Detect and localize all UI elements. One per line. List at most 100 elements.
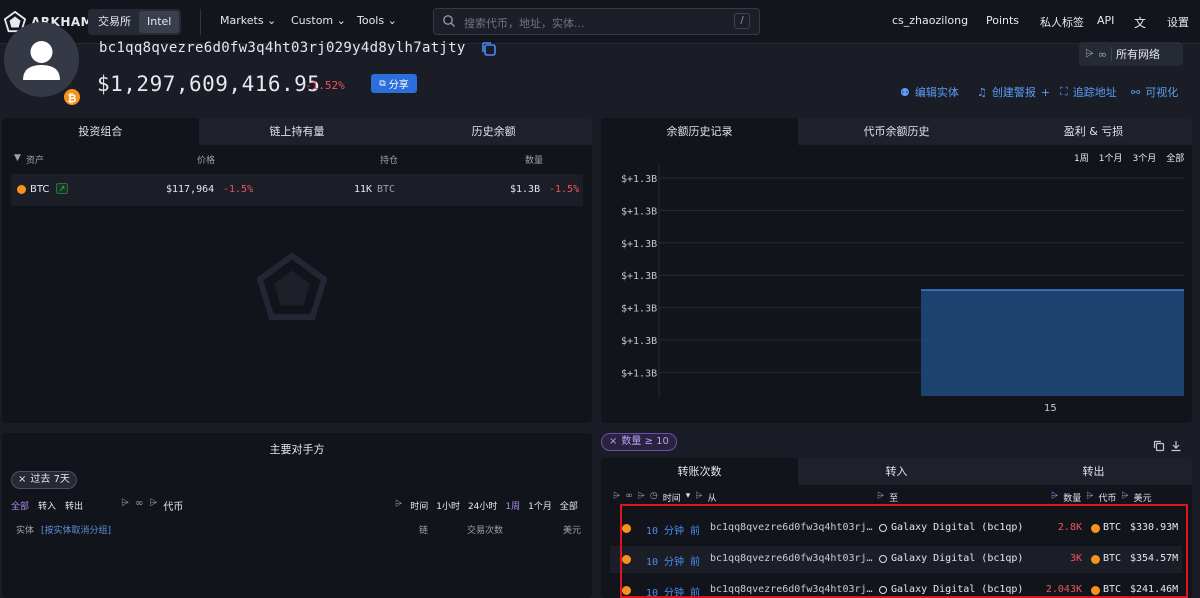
markets-menu[interactable]: Markets ⌄: [220, 14, 276, 27]
balance-chart[interactable]: $+1.3B $+1.3B $+1.3B $+1.3B $+1.3B $+1.3B $+1.…: [601, 163, 1192, 423]
download-icon[interactable]: [1170, 440, 1182, 452]
x-tick-label: 15: [1044, 403, 1057, 414]
filter-icon[interactable]: ⩥: [877, 491, 884, 504]
search-shortcut: /: [734, 13, 750, 29]
portfolio-tabs: 投资组合 链上持有量 历史余额: [2, 118, 592, 145]
copy-icon[interactable]: [1153, 440, 1165, 452]
col-holdings[interactable]: 持仓: [380, 153, 398, 166]
sort-icon[interactable]: ▼: [14, 153, 21, 163]
search-icon: [443, 15, 455, 27]
track-address-action[interactable]: ⛶ 追踪地址: [1060, 84, 1117, 100]
y-tick-label: $+1.3B: [621, 336, 657, 347]
time-filter-chip[interactable]: × 过去 7天: [11, 471, 77, 489]
filter-icon[interactable]: ⩥: [695, 491, 702, 504]
close-icon[interactable]: ×: [18, 472, 26, 488]
price-change: -1.5%: [223, 184, 254, 195]
wallet-address[interactable]: bc1qq8qvezre6d0fw3q4ht03rj029y4d8ylh7atj…: [99, 40, 466, 56]
chevron-down-icon: ⌄: [387, 14, 397, 27]
avatar: [4, 22, 79, 97]
trend-up-icon[interactable]: ↗: [56, 183, 68, 194]
range-1h[interactable]: 1小时: [436, 499, 460, 512]
flow-all[interactable]: 全部: [11, 499, 29, 512]
filter-active-icon[interactable]: ⩥: [1051, 491, 1058, 504]
user-menu[interactable]: cs_zhaozilong: [892, 14, 968, 27]
tab-token-balance-history[interactable]: 代币余额历史: [798, 118, 995, 145]
link-icon: ∞: [1097, 47, 1107, 61]
tab-portfolio[interactable]: 投资组合: [2, 118, 199, 145]
transfer-header-right: ⩥ 数量 ⩥ 代币 ⩥ 美元: [1051, 491, 1152, 504]
link-icon[interactable]: ∞: [625, 491, 633, 504]
chevron-down-icon: ⌄: [267, 14, 277, 27]
create-alert-action[interactable]: ♫ 创建警报 +: [977, 84, 1050, 100]
link-icon: ∞: [135, 498, 144, 509]
range-1w[interactable]: 1周: [505, 499, 520, 512]
col-time[interactable]: 时间: [663, 491, 681, 504]
edit-entity-action[interactable]: ⚉ 编辑实体: [900, 84, 959, 100]
balance-area[interactable]: [921, 290, 1184, 396]
tab-outflow[interactable]: 转出: [995, 458, 1192, 485]
search-box[interactable]: 搜索代币，地址，实体... /: [433, 8, 760, 35]
col-to: ⩥ 至: [877, 491, 899, 504]
col-amount[interactable]: 数量: [525, 153, 543, 166]
filter-icon[interactable]: ⩥: [638, 491, 645, 504]
ungroup-entity-link[interactable]: [按实体取消分组]: [41, 523, 111, 536]
range-24h[interactable]: 24小时: [468, 499, 497, 512]
col-asset[interactable]: 资产: [26, 153, 44, 166]
bitcoin-icon: [17, 185, 26, 194]
visualize-action[interactable]: ⚯ 可视化: [1131, 84, 1178, 100]
asset-symbol: BTC: [30, 184, 50, 195]
portfolio-panel: 投资组合 链上持有量 历史余额 ▼ 资产 价格 持仓 数量 BTC ↗ $117…: [2, 118, 592, 423]
col-token: 代币: [1098, 494, 1117, 504]
range-all[interactable]: 全部: [560, 499, 578, 512]
value-change: -1.5%: [549, 184, 580, 195]
flow-out[interactable]: 转出: [65, 499, 83, 512]
exchange-tab[interactable]: 交易所: [90, 11, 139, 33]
intel-tab[interactable]: Intel: [139, 11, 180, 33]
tab-inflow[interactable]: 转入: [798, 458, 995, 485]
filter-icon[interactable]: ⩥: [613, 491, 620, 504]
tab-pnl[interactable]: 盈利 & 亏损: [995, 118, 1192, 145]
tab-historical-balance[interactable]: 历史余额: [395, 118, 592, 145]
custom-menu[interactable]: Custom ⌄: [291, 14, 346, 27]
flow-filter: 全部 转入 转出: [11, 499, 83, 512]
col-amount: 数量: [1063, 494, 1082, 504]
translate-icon[interactable]: 文: [1134, 14, 1146, 31]
y-tick-label: $+1.3B: [621, 206, 657, 217]
col-from: 从: [707, 494, 717, 504]
close-icon[interactable]: ×: [609, 434, 617, 450]
amount-filter-chip[interactable]: × 数量 ≥ 10: [601, 433, 677, 451]
settings-link[interactable]: 设置: [1167, 14, 1189, 30]
api-link[interactable]: API: [1097, 14, 1114, 27]
col-usd: 美元: [1133, 494, 1152, 504]
token-filter[interactable]: ⩥ ∞ ⩥ 代币: [121, 498, 183, 513]
copy-icon[interactable]: [481, 41, 497, 57]
tab-balance-history[interactable]: 余额历史记录: [601, 118, 798, 145]
filter-icon: ⩥: [395, 499, 403, 509]
divider: [1110, 47, 1112, 61]
filter-icon[interactable]: ⩥: [1086, 491, 1093, 504]
col-price[interactable]: 价格: [197, 153, 215, 166]
range-1m[interactable]: 1个月: [528, 499, 552, 512]
highlight-box: [620, 504, 1188, 598]
balance-history-panel: 余额历史记录 代币余额历史 盈利 & 亏损 1周 1个月 3个月 全部 $+1.…: [601, 118, 1192, 423]
filter-icon: ⩥: [149, 498, 158, 509]
balance-change: -1.52%: [305, 79, 345, 92]
y-tick-label: $+1.3B: [621, 271, 657, 282]
network-label: 所有网络: [1115, 48, 1160, 61]
network-filter[interactable]: ⩥ ∞ 所有网络: [1079, 42, 1183, 66]
top-bar: ARKHAM 交易所 Intel Markets ⌄ Custom ⌄ Tool…: [0, 0, 1200, 44]
private-labels-link[interactable]: 私人标签: [1040, 14, 1084, 30]
points-link[interactable]: Points: [986, 14, 1019, 27]
table-row[interactable]: BTC ↗ $117,964 -1.5% 11K BTC $1.3B -1.5%: [11, 174, 583, 206]
tab-onchain-holdings[interactable]: 链上持有量: [199, 118, 396, 145]
sort-desc-icon[interactable]: ▾: [686, 491, 691, 504]
asset-price: $117,964: [166, 184, 215, 195]
y-tick-label: $+1.3B: [621, 368, 657, 379]
tab-transfers[interactable]: 转账次数: [601, 458, 798, 485]
filter-icon[interactable]: ⩥: [1121, 491, 1128, 504]
col-entity: 实体: [16, 526, 35, 536]
flow-in[interactable]: 转入: [38, 499, 56, 512]
share-button[interactable]: ⧉ 分享: [371, 74, 417, 93]
tools-menu[interactable]: Tools ⌄: [357, 14, 397, 27]
asset-value: $1.3B: [510, 184, 541, 195]
